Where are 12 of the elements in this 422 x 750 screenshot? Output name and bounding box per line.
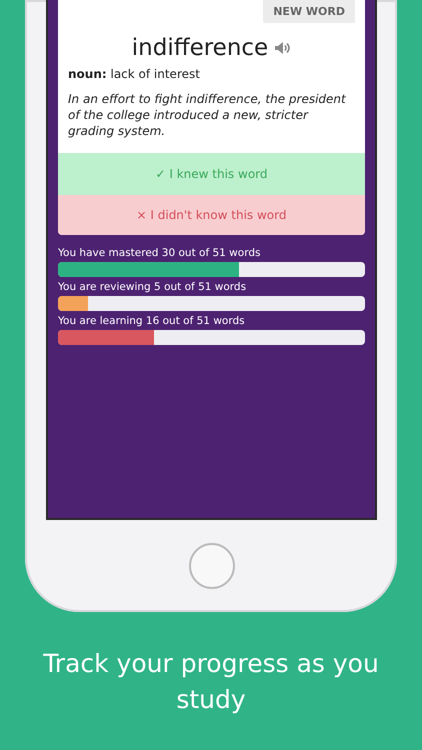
progress-label: You have mastered 30 out of 51 words (58, 247, 262, 259)
didnt-know-button[interactable]: × I didn't know this word (58, 195, 365, 235)
caption-text: Track your progress as you study (42, 648, 380, 716)
definition-text: noun: lack of interest (67, 66, 201, 81)
word-title: indifference (132, 35, 268, 61)
speaker-icon[interactable] (274, 41, 292, 55)
knew-word-button[interactable]: ✓ I knew this word (58, 153, 365, 195)
new-word-button[interactable]: NEW WORD (263, 0, 355, 23)
progress-label: You are learning 16 out of 51 words (58, 315, 246, 327)
progress-label: You are reviewing 5 out of 51 words (58, 281, 248, 293)
home-button[interactable] (188, 543, 234, 589)
example-sentence: In an effort to fight indifference, the president of the college introduced a new, stricter grading system. (67, 91, 347, 139)
